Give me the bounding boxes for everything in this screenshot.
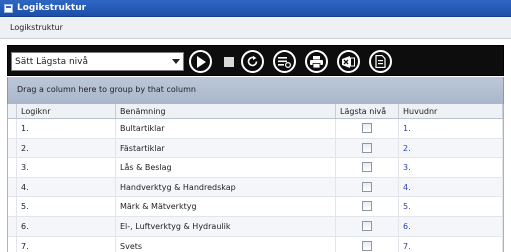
table-row[interactable]: 1. Bultartiklar 1. [8,119,503,139]
lagsta-niva-checkbox[interactable] [362,240,372,251]
chevron-down-icon[interactable] [169,53,183,70]
window-titlebar: Logikstruktur [0,0,511,17]
stop-icon[interactable] [224,57,234,67]
print-icon [310,55,323,68]
panel-title: Logikstruktur [0,17,511,39]
lagsta-niva-cell [336,138,399,158]
excel-export-icon [342,55,355,68]
row-indicator [8,138,17,158]
row-indicator [8,236,17,252]
benamning-cell: Handverktyg & Handredskap [116,177,336,197]
row-indicator [8,158,17,177]
table-row[interactable]: 5. Märk & Mätverktyg 5. [8,197,503,217]
table-row[interactable]: 2. Fästartiklar 2. [8,138,503,159]
play-icon [197,55,206,68]
table-row[interactable]: 6. El-, Luftverktyg & Hydraulik 6. [8,216,503,237]
lagsta-niva-checkbox[interactable] [362,220,372,231]
row-indicator [8,119,17,138]
play-button[interactable] [189,50,212,73]
benamning-cell: El-, Luftverktyg & Hydraulik [116,216,336,236]
lagsta-niva-checkbox[interactable] [362,142,372,153]
document-icon [375,55,386,68]
logiknr-cell: 5. [17,197,116,216]
benamning-cell: Fästartiklar [116,138,336,158]
document-button[interactable] [369,50,392,73]
list-settings-icon [278,56,291,68]
benamning-cell: Bultartiklar [116,119,336,138]
list-settings-button[interactable] [273,50,296,73]
logiknr-cell: 6. [17,216,116,236]
huvudnr-link[interactable]: 5. [399,197,503,216]
group-by-panel[interactable]: Drag a column here to group by that colu… [7,77,504,104]
column-header-benamning[interactable]: Benämning [116,104,336,118]
row-indicator [8,216,17,236]
column-header-lagsta-niva[interactable]: Lägsta nivå [336,104,399,118]
huvudnr-link[interactable]: 7. [399,236,503,252]
toolbar: Sätt Lägsta nivå [7,45,504,76]
row-indicator [8,197,17,216]
lagsta-niva-cell [336,158,399,177]
grid-header: Logiknr Benämning Lägsta nivå Huvudnr [8,104,503,119]
column-header-logiknr[interactable]: Logiknr [17,104,116,118]
lagsta-niva-checkbox[interactable] [362,162,372,173]
logiknr-cell: 4. [17,177,116,197]
huvudnr-link[interactable]: 1. [399,119,503,138]
row-indicator-header [8,104,17,118]
huvudnr-link[interactable]: 2. [399,138,503,158]
lagsta-niva-checkbox[interactable] [362,201,372,212]
lagsta-niva-cell [336,177,399,197]
logiknr-cell: 2. [17,138,116,158]
level-select-value: Sätt Lägsta nivå [15,56,89,67]
logiknr-cell: 7. [17,236,116,252]
huvudnr-link[interactable]: 3. [399,158,503,177]
app-icon [4,3,13,13]
data-grid: Logiknr Benämning Lägsta nivå Huvudnr 1.… [7,104,504,252]
level-select[interactable]: Sätt Lägsta nivå [11,52,184,71]
benamning-cell: Svets [116,236,336,252]
benamning-cell: Märk & Mätverktyg [116,197,336,216]
lagsta-niva-cell [336,236,399,252]
lagsta-niva-cell [336,216,399,236]
table-row[interactable]: 7. Svets 7. [8,236,503,252]
print-button[interactable] [305,50,328,73]
column-header-huvudnr[interactable]: Huvudnr [399,104,503,118]
huvudnr-link[interactable]: 4. [399,177,503,197]
logiknr-cell: 1. [17,119,116,138]
refresh-button[interactable] [241,50,264,73]
window-title: Logikstruktur [17,3,87,13]
refresh-icon [247,55,258,67]
logiknr-cell: 3. [17,158,116,177]
excel-export-button[interactable] [337,50,360,73]
lagsta-niva-cell [336,119,399,138]
benamning-cell: Lås & Beslag [116,158,336,177]
table-row[interactable]: 4. Handverktyg & Handredskap 4. [8,177,503,198]
lagsta-niva-checkbox[interactable] [362,123,372,133]
row-indicator [8,177,17,197]
lagsta-niva-checkbox[interactable] [362,181,372,192]
table-row[interactable]: 3. Lås & Beslag 3. [8,158,503,178]
huvudnr-link[interactable]: 6. [399,216,503,236]
lagsta-niva-cell [336,197,399,216]
